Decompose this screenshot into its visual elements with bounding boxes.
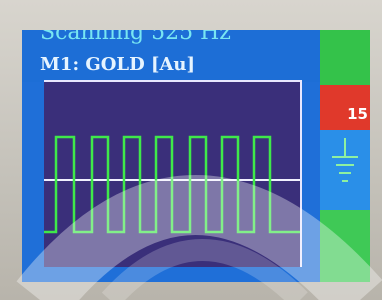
square-wave <box>44 135 300 234</box>
mode-label: M1: GOLD [Au] <box>40 54 196 75</box>
level-value: 15 <box>347 105 368 123</box>
display-screen: Scanning 525 Hz M1: GOLD [Au] 15 <box>22 30 370 282</box>
waveform-plot <box>44 80 302 267</box>
scan-frequency-text: Scanning 525 Hz <box>40 30 231 45</box>
status-header: Scanning 525 Hz M1: GOLD [Au] <box>22 30 322 82</box>
level-green-top <box>320 30 370 85</box>
waveform-svg <box>44 135 300 234</box>
signal-level-sidebar: 15 <box>320 30 370 282</box>
level-red-bar: 15 <box>320 85 370 130</box>
ground-symbol-icon <box>330 138 360 198</box>
level-green-bottom <box>320 210 370 282</box>
